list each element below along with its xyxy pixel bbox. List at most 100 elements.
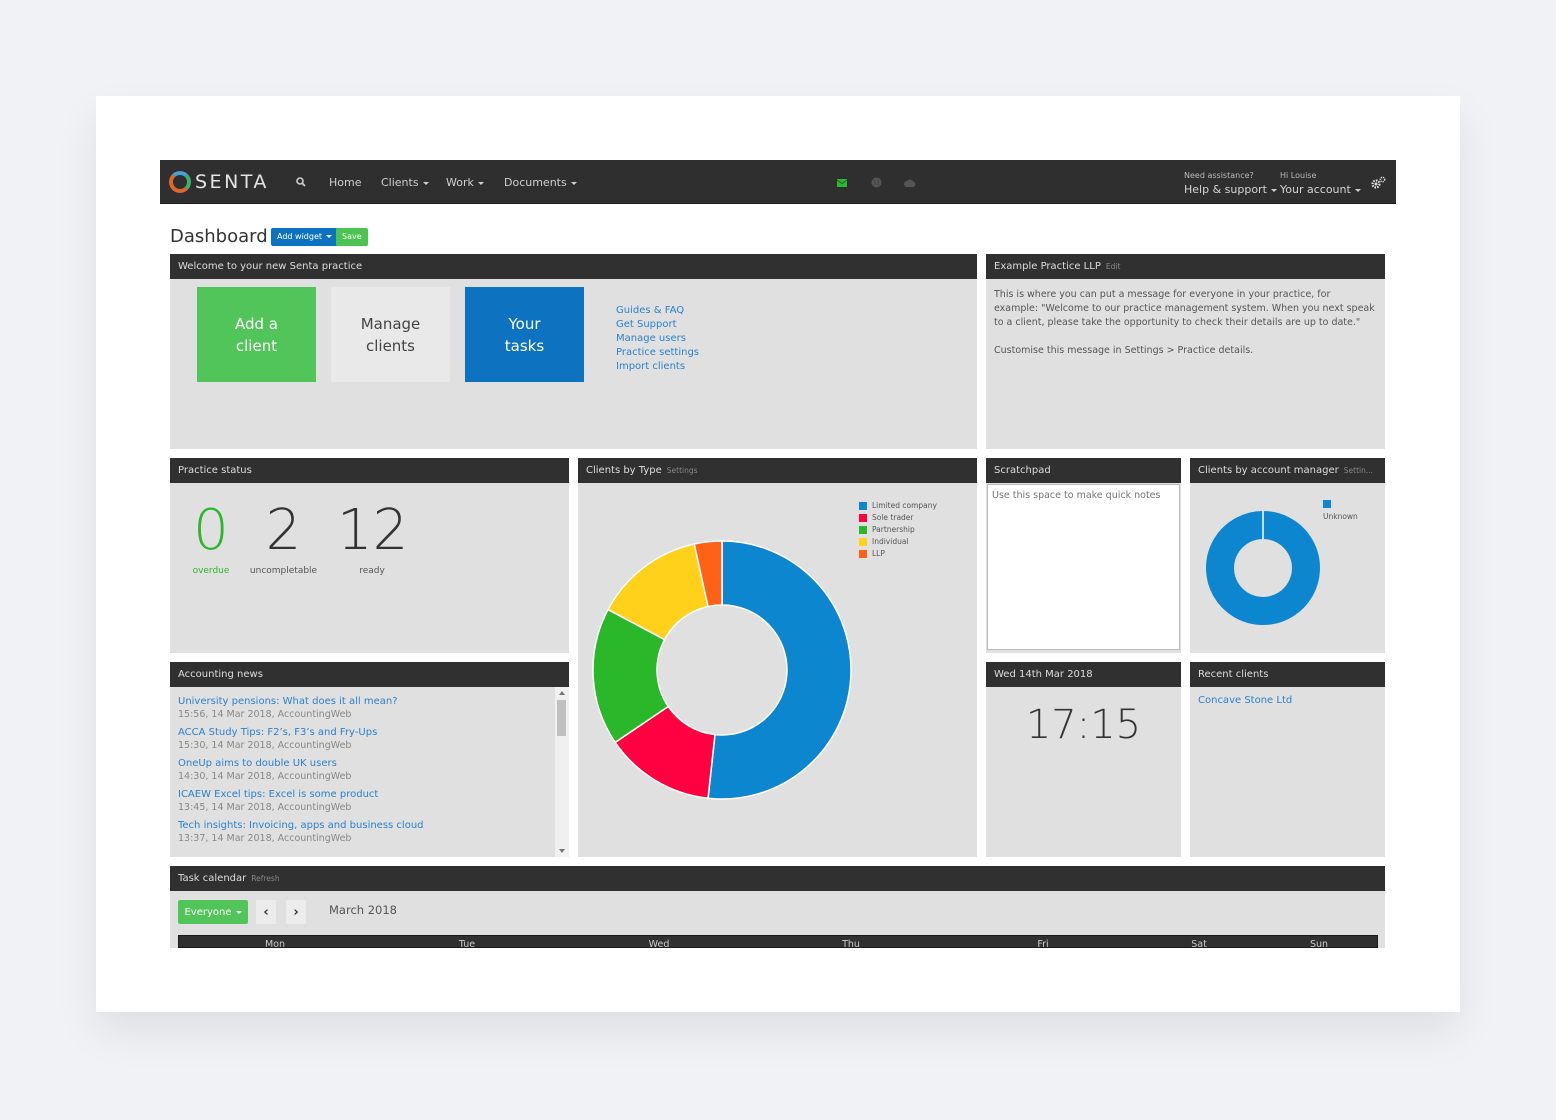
globe-icon[interactable] xyxy=(871,177,882,188)
link-guides-faq[interactable]: Guides & FAQ xyxy=(616,304,699,318)
weekday-wed: Wed xyxy=(648,939,670,948)
link-practice-settings[interactable]: Practice settings xyxy=(616,346,699,360)
clients-by-type-legend: Limited company Sole trader Partnership Ind… xyxy=(859,500,937,560)
legend-item[interactable]: Partnership xyxy=(859,524,937,536)
nav-home[interactable]: Home xyxy=(329,176,361,189)
add-client-line2: client xyxy=(235,336,278,355)
news-scrollbar[interactable] xyxy=(555,687,569,857)
brand-name[interactable]: SENTA xyxy=(195,171,269,193)
clients-by-manager-settings-link[interactable]: Settin... xyxy=(1344,466,1373,475)
legend-label: Individual xyxy=(872,537,909,546)
legend-label: Limited company xyxy=(872,501,937,510)
slice-limited-company[interactable] xyxy=(707,540,852,800)
add-client-tile[interactable]: Add a client xyxy=(197,287,316,382)
nav-work-dropdown[interactable]: Work xyxy=(446,176,484,189)
senta-logo-icon[interactable] xyxy=(169,171,191,193)
search-icon[interactable] xyxy=(296,177,306,187)
caret-down-icon xyxy=(235,910,242,914)
legend-item[interactable]: Unknown xyxy=(1323,500,1358,523)
page-title: Dashboard xyxy=(170,226,268,247)
add-client-line1: Add a xyxy=(234,314,278,333)
practice-status-title: Practice status xyxy=(170,458,569,483)
task-calendar-widget: Task calendar Refresh Everyone ‹ › March … xyxy=(170,866,1385,948)
stat-uncompletable[interactable]: 2 uncompletable xyxy=(246,496,321,576)
greeting: Hi Louise xyxy=(1280,171,1317,180)
practice-message-title: Example Practice LLP xyxy=(994,261,1101,272)
calendar-next-button[interactable]: › xyxy=(286,900,306,924)
weekday-sun: Sun xyxy=(1309,939,1329,948)
help-support-dropdown[interactable]: Help & support xyxy=(1184,183,1277,196)
news-list: University pensions: What does it all me… xyxy=(170,687,556,857)
help-support-label: Help & support xyxy=(1184,183,1267,196)
caret-down-icon xyxy=(422,181,429,185)
recent-client-link[interactable]: Concave Stone Ltd xyxy=(1190,687,1385,714)
legend-swatch xyxy=(859,538,867,546)
clients-by-manager-widget: Clients by account manager Settin... Unkn… xyxy=(1190,458,1385,653)
news-item-link[interactable]: OneUp aims to double UK users xyxy=(178,757,548,770)
scratchpad-textarea[interactable] xyxy=(987,484,1180,650)
legend-label: Unknown xyxy=(1323,512,1358,521)
stat-overdue[interactable]: 0 overdue xyxy=(190,496,232,576)
clients-by-manager-title: Clients by account manager xyxy=(1198,465,1339,476)
link-get-support[interactable]: Get Support xyxy=(616,318,699,332)
clients-by-manager-header: Clients by account manager Settin... xyxy=(1190,458,1385,483)
legend-label: Sole trader xyxy=(872,513,914,522)
welcome-widget-title: Welcome to your new Senta practice xyxy=(170,254,977,279)
gears-icon[interactable] xyxy=(1371,176,1386,189)
nav-clients-label: Clients xyxy=(381,176,419,189)
clients-by-type-title: Clients by Type xyxy=(586,465,662,476)
practice-message-body: This is where you can put a message for … xyxy=(986,279,1385,367)
clients-by-type-settings-link[interactable]: Settings xyxy=(667,466,698,475)
news-item-link[interactable]: ICAEW Excel tips: Excel is some product xyxy=(178,788,548,801)
news-item-link[interactable]: Tech insights: Invoicing, apps and busin… xyxy=(178,819,548,832)
legend-item[interactable]: LLP xyxy=(859,548,937,560)
legend-swatch xyxy=(859,550,867,558)
link-manage-users[interactable]: Manage users xyxy=(616,332,699,346)
task-calendar-title: Task calendar xyxy=(178,873,247,884)
scroll-up-arrow-icon[interactable] xyxy=(559,691,565,695)
clients-by-type-header: Clients by Type Settings xyxy=(578,458,977,483)
scratchpad-widget: Scratchpad xyxy=(986,458,1181,653)
envelope-icon[interactable] xyxy=(837,179,847,187)
clock-widget: Wed 14th Mar 2018 17:15 xyxy=(986,662,1181,857)
add-widget-label: Add widget xyxy=(277,232,323,241)
top-navbar: SENTA Home Clients Work Documents Need a… xyxy=(160,160,1396,204)
news-item-link[interactable]: ACCA Study Tips: F2’s, F3’s and Fry-Ups xyxy=(178,726,548,739)
practice-message-text: This is where you can put a message for … xyxy=(994,289,1375,328)
legend-item[interactable]: Individual xyxy=(859,536,937,548)
help-caption: Need assistance? xyxy=(1184,171,1254,180)
edit-link[interactable]: Edit xyxy=(1106,262,1121,271)
manage-clients-line1: Manage xyxy=(360,314,421,333)
your-tasks-tile[interactable]: Your tasks xyxy=(465,287,584,382)
chevron-left-icon: ‹ xyxy=(263,904,269,920)
news-item-link[interactable]: University pensions: What does it all me… xyxy=(178,695,548,708)
legend-swatch xyxy=(859,526,867,534)
cloud-icon[interactable] xyxy=(904,179,916,187)
calendar-weekday-header: Mon Tue Wed Thu Fri Sat Sun xyxy=(178,935,1378,948)
manage-clients-tile[interactable]: Manage clients xyxy=(331,287,450,382)
legend-item[interactable]: Limited company xyxy=(859,500,937,512)
practice-status-widget: Practice status 0 overdue 2 uncompletabl… xyxy=(170,458,569,653)
everyone-filter-dropdown[interactable]: Everyone xyxy=(178,900,248,924)
caret-down-icon xyxy=(477,181,484,185)
weekday-thu: Thu xyxy=(842,939,860,948)
legend-swatch xyxy=(859,514,867,522)
task-calendar-refresh-link[interactable]: Refresh xyxy=(251,874,279,883)
link-import-clients[interactable]: Import clients xyxy=(616,360,699,374)
legend-item[interactable]: Sole trader xyxy=(859,512,937,524)
your-account-dropdown[interactable]: Your account xyxy=(1280,183,1361,196)
nav-clients-dropdown[interactable]: Clients xyxy=(381,176,429,189)
stat-ready[interactable]: 12 ready xyxy=(337,496,408,576)
calendar-prev-button[interactable]: ‹ xyxy=(256,900,276,924)
your-tasks-line1: Your xyxy=(508,314,541,333)
scroll-down-arrow-icon[interactable] xyxy=(559,849,565,853)
weekday-mon: Mon xyxy=(264,939,286,948)
add-widget-button[interactable]: Add widget xyxy=(271,228,339,246)
nav-documents-dropdown[interactable]: Documents xyxy=(504,176,577,189)
scroll-thumb[interactable] xyxy=(557,700,566,736)
practice-message-footer: Customise this message in Settings > Pra… xyxy=(994,345,1254,356)
everyone-filter-label: Everyone xyxy=(184,906,232,918)
clock-time: 17:15 xyxy=(1025,702,1142,748)
practice-message-header: Example Practice LLP Edit xyxy=(986,254,1385,279)
save-button[interactable]: Save xyxy=(336,228,368,246)
